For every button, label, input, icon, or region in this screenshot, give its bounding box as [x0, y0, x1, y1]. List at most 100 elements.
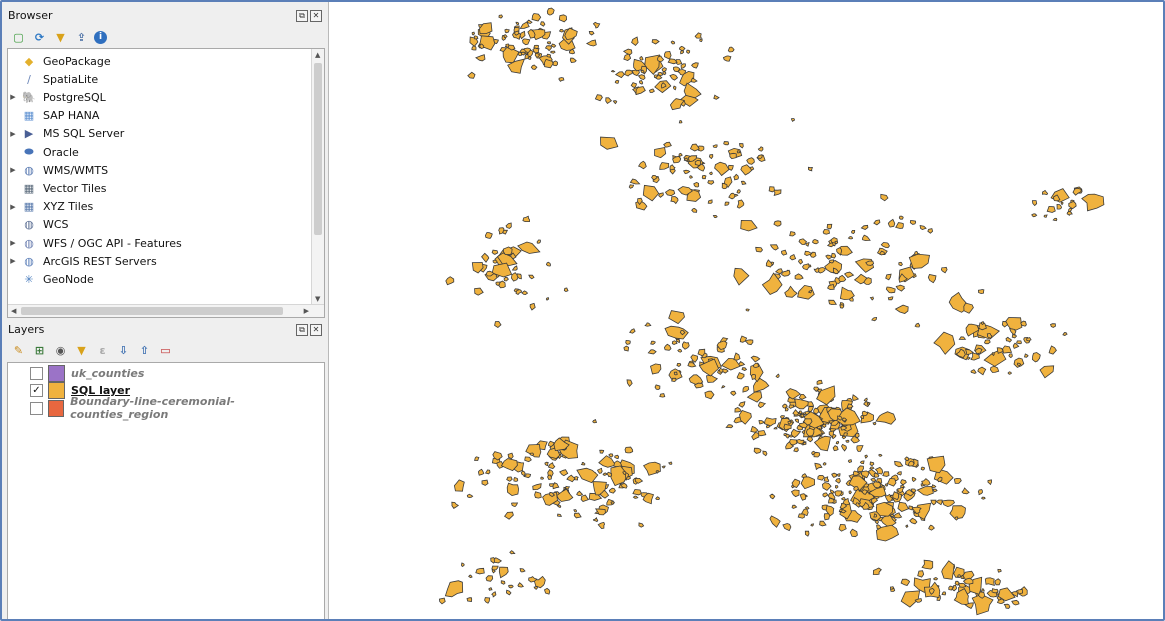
map-feature-polygon[interactable] — [594, 94, 603, 102]
map-feature-polygon[interactable] — [691, 62, 699, 69]
map-feature-polygon[interactable] — [1039, 365, 1055, 379]
map-feature-polygon[interactable] — [727, 46, 735, 53]
map-feature-polygon[interactable] — [566, 474, 576, 483]
map-feature-polygon[interactable] — [699, 38, 703, 43]
map-feature-polygon[interactable] — [790, 489, 800, 498]
map-feature-polygon[interactable] — [544, 587, 551, 595]
map-feature-polygon[interactable] — [893, 512, 903, 519]
map-feature-polygon[interactable] — [1008, 353, 1013, 359]
map-feature-polygon[interactable] — [491, 565, 499, 571]
map-feature-polygon[interactable] — [492, 259, 498, 264]
map-feature-polygon[interactable] — [941, 591, 947, 596]
map-feature-polygon[interactable] — [622, 48, 633, 56]
scroll-right-arrow-icon[interactable]: ▶ — [304, 307, 309, 315]
map-feature-polygon[interactable] — [498, 566, 509, 579]
map-feature-polygon[interactable] — [892, 491, 899, 501]
map-feature-polygon[interactable] — [736, 372, 745, 380]
map-feature-polygon[interactable] — [678, 45, 686, 52]
map-feature-polygon[interactable] — [841, 443, 847, 452]
map-feature-polygon[interactable] — [513, 477, 519, 482]
map-feature-polygon[interactable] — [608, 453, 614, 458]
map-feature-polygon[interactable] — [1068, 201, 1077, 210]
remove-layer-icon[interactable]: ▭ — [157, 342, 174, 359]
map-feature-polygon[interactable] — [650, 340, 656, 345]
close-panel-button[interactable]: ✕ — [310, 10, 322, 22]
map-feature-polygon[interactable] — [862, 234, 871, 242]
map-feature-polygon[interactable] — [896, 471, 902, 476]
map-feature-polygon[interactable] — [941, 560, 955, 580]
map-feature-polygon[interactable] — [503, 276, 509, 282]
map-feature-polygon[interactable] — [773, 220, 782, 227]
map-feature-polygon[interactable] — [977, 489, 983, 496]
map-feature-polygon[interactable] — [1043, 214, 1048, 218]
map-feature-polygon[interactable] — [1031, 352, 1041, 363]
map-feature-polygon[interactable] — [980, 496, 986, 500]
map-feature-polygon[interactable] — [712, 144, 718, 148]
map-feature-polygon[interactable] — [816, 379, 823, 385]
map-feature-polygon[interactable] — [552, 482, 560, 490]
map-feature-polygon[interactable] — [596, 467, 603, 474]
map-feature-polygon[interactable] — [532, 483, 542, 491]
map-feature-polygon[interactable] — [869, 466, 875, 470]
map-feature-polygon[interactable] — [547, 474, 552, 480]
map-feature-polygon[interactable] — [565, 485, 571, 490]
map-feature-polygon[interactable] — [895, 222, 904, 229]
map-feature-polygon[interactable] — [977, 289, 985, 295]
map-feature-polygon[interactable] — [807, 166, 813, 172]
map-feature-polygon[interactable] — [468, 574, 473, 579]
map-feature-polygon[interactable] — [592, 419, 598, 424]
map-feature-polygon[interactable] — [688, 374, 704, 385]
map-feature-polygon[interactable] — [488, 587, 493, 591]
map-feature-polygon[interactable] — [800, 413, 805, 418]
map-feature-polygon[interactable] — [730, 390, 737, 397]
scroll-left-arrow-icon[interactable]: ◀ — [11, 307, 16, 315]
map-feature-polygon[interactable] — [981, 588, 985, 592]
browser-item-geonode[interactable]: ✳ GeoNode — [8, 270, 93, 288]
map-feature-polygon[interactable] — [1031, 200, 1038, 207]
map-feature-polygon[interactable] — [484, 469, 491, 475]
map-feature-polygon[interactable] — [467, 71, 476, 79]
map-feature-polygon[interactable] — [677, 348, 683, 353]
map-feature-polygon[interactable] — [605, 97, 613, 104]
map-feature-polygon[interactable] — [558, 14, 568, 23]
map-feature-polygon[interactable] — [1056, 203, 1062, 210]
browser-tree[interactable]: ◆ GeoPackage ∕ SpatiaLite ▶ 🐘 PostgreSQL ▦ SAP H… — [7, 48, 325, 318]
map-feature-polygon[interactable] — [504, 43, 510, 49]
visibility-icon[interactable]: ◉ — [52, 342, 69, 359]
map-feature-polygon[interactable] — [745, 308, 750, 312]
map-feature-polygon[interactable] — [550, 43, 557, 48]
map-feature-polygon[interactable] — [794, 418, 800, 424]
map-feature-polygon[interactable] — [898, 215, 904, 220]
map-feature-polygon[interactable] — [491, 591, 497, 598]
map-feature-polygon[interactable] — [500, 580, 506, 585]
map-feature-polygon[interactable] — [495, 281, 501, 286]
map-feature-polygon[interactable] — [753, 447, 762, 454]
map-feature-polygon[interactable] — [629, 328, 636, 334]
map-feature-polygon[interactable] — [1060, 201, 1064, 206]
map-feature-polygon[interactable] — [533, 575, 546, 589]
map-feature-polygon[interactable] — [793, 398, 809, 410]
map-feature-polygon[interactable] — [669, 73, 679, 81]
map-feature-polygon[interactable] — [694, 32, 702, 39]
expression-filter-icon[interactable]: ε — [94, 342, 111, 359]
map-feature-polygon[interactable] — [445, 276, 455, 286]
map-feature-polygon[interactable] — [691, 207, 698, 213]
map-feature-polygon[interactable] — [828, 430, 835, 438]
map-feature-polygon[interactable] — [792, 409, 800, 416]
map-feature-polygon[interactable] — [783, 423, 792, 431]
map-feature-polygon[interactable] — [757, 401, 767, 409]
map-feature-polygon[interactable] — [484, 597, 491, 604]
map-feature-polygon[interactable] — [580, 494, 590, 502]
expand-arrow-icon[interactable]: ▶ — [8, 161, 18, 179]
float-panel-button[interactable]: ⧉ — [296, 10, 308, 22]
map-feature-polygon[interactable] — [852, 394, 860, 401]
map-feature-polygon[interactable] — [644, 322, 652, 327]
map-feature-polygon[interactable] — [546, 7, 555, 16]
map-feature-polygon[interactable] — [991, 588, 999, 594]
map-feature-polygon[interactable] — [563, 287, 569, 293]
map-feature-polygon[interactable] — [802, 263, 810, 271]
map-feature-polygon[interactable] — [680, 63, 686, 70]
map-feature-polygon[interactable] — [725, 424, 734, 429]
map-feature-polygon[interactable] — [610, 70, 616, 73]
map-feature-polygon[interactable] — [614, 79, 620, 84]
